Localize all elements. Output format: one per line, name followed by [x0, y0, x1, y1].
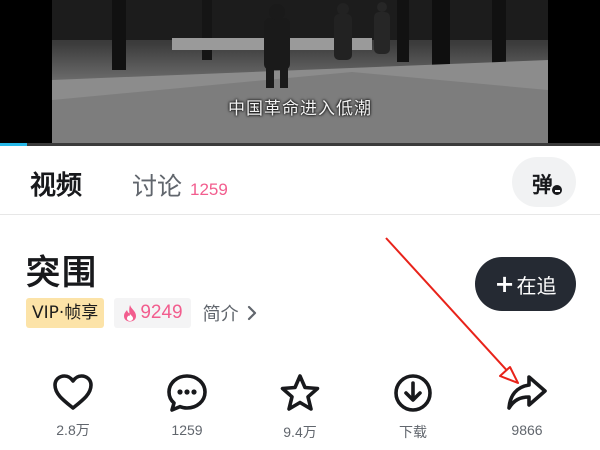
- tag-row: VIP·帧享 9249 简介: [26, 298, 257, 328]
- tab-video[interactable]: 视频: [30, 165, 82, 202]
- video-frame: 中国革命进入低潮: [52, 0, 548, 146]
- follow-label: 在追: [516, 273, 557, 298]
- like-button[interactable]: 2.8万: [33, 372, 113, 440]
- chevron-right-icon: [247, 305, 256, 321]
- video-subtitle: 中国革命进入低潮: [228, 99, 372, 119]
- share-count: 9866: [511, 422, 543, 438]
- video-progress-bar[interactable]: [0, 143, 600, 146]
- share-button[interactable]: 9866: [487, 372, 567, 438]
- favorite-button[interactable]: 9.4万: [260, 372, 340, 442]
- download-label: 下载: [399, 424, 427, 440]
- follow-button[interactable]: + 在追: [475, 257, 576, 311]
- show-title: 突围: [26, 253, 98, 293]
- vip-badge: VIP·帧享: [26, 298, 105, 328]
- danmaku-off-icon: [550, 183, 564, 197]
- flame-icon: [124, 305, 137, 322]
- tab-discuss-label: 讨论: [132, 172, 183, 201]
- heat-value: 9249: [140, 302, 183, 323]
- tab-discuss[interactable]: 讨论 1259: [132, 167, 228, 203]
- danmaku-toggle-button[interactable]: 弹: [512, 157, 576, 207]
- download-icon: [394, 374, 432, 412]
- comment-button[interactable]: 1259: [147, 372, 227, 438]
- heat-badge: 9249: [114, 298, 191, 328]
- share-icon: [507, 375, 547, 410]
- video-player[interactable]: 中国革命进入低潮: [0, 0, 600, 146]
- plus-icon: +: [494, 270, 515, 298]
- star-icon: [280, 374, 320, 411]
- heart-icon: [53, 374, 93, 410]
- intro-link[interactable]: 简介: [203, 300, 257, 326]
- comment-icon: [167, 374, 207, 412]
- download-button[interactable]: 下载: [373, 372, 453, 442]
- video-scene-image: [52, 0, 548, 146]
- comment-count: 1259: [171, 422, 203, 438]
- tab-bar: 视频 讨论 1259: [0, 147, 600, 215]
- favorite-count: 9.4万: [283, 424, 317, 440]
- like-count: 2.8万: [56, 422, 90, 438]
- danmaku-label: 弹: [532, 173, 553, 197]
- video-progress-fill: [0, 143, 27, 146]
- tab-discuss-count: 1259: [190, 180, 228, 199]
- intro-label: 简介: [202, 304, 239, 325]
